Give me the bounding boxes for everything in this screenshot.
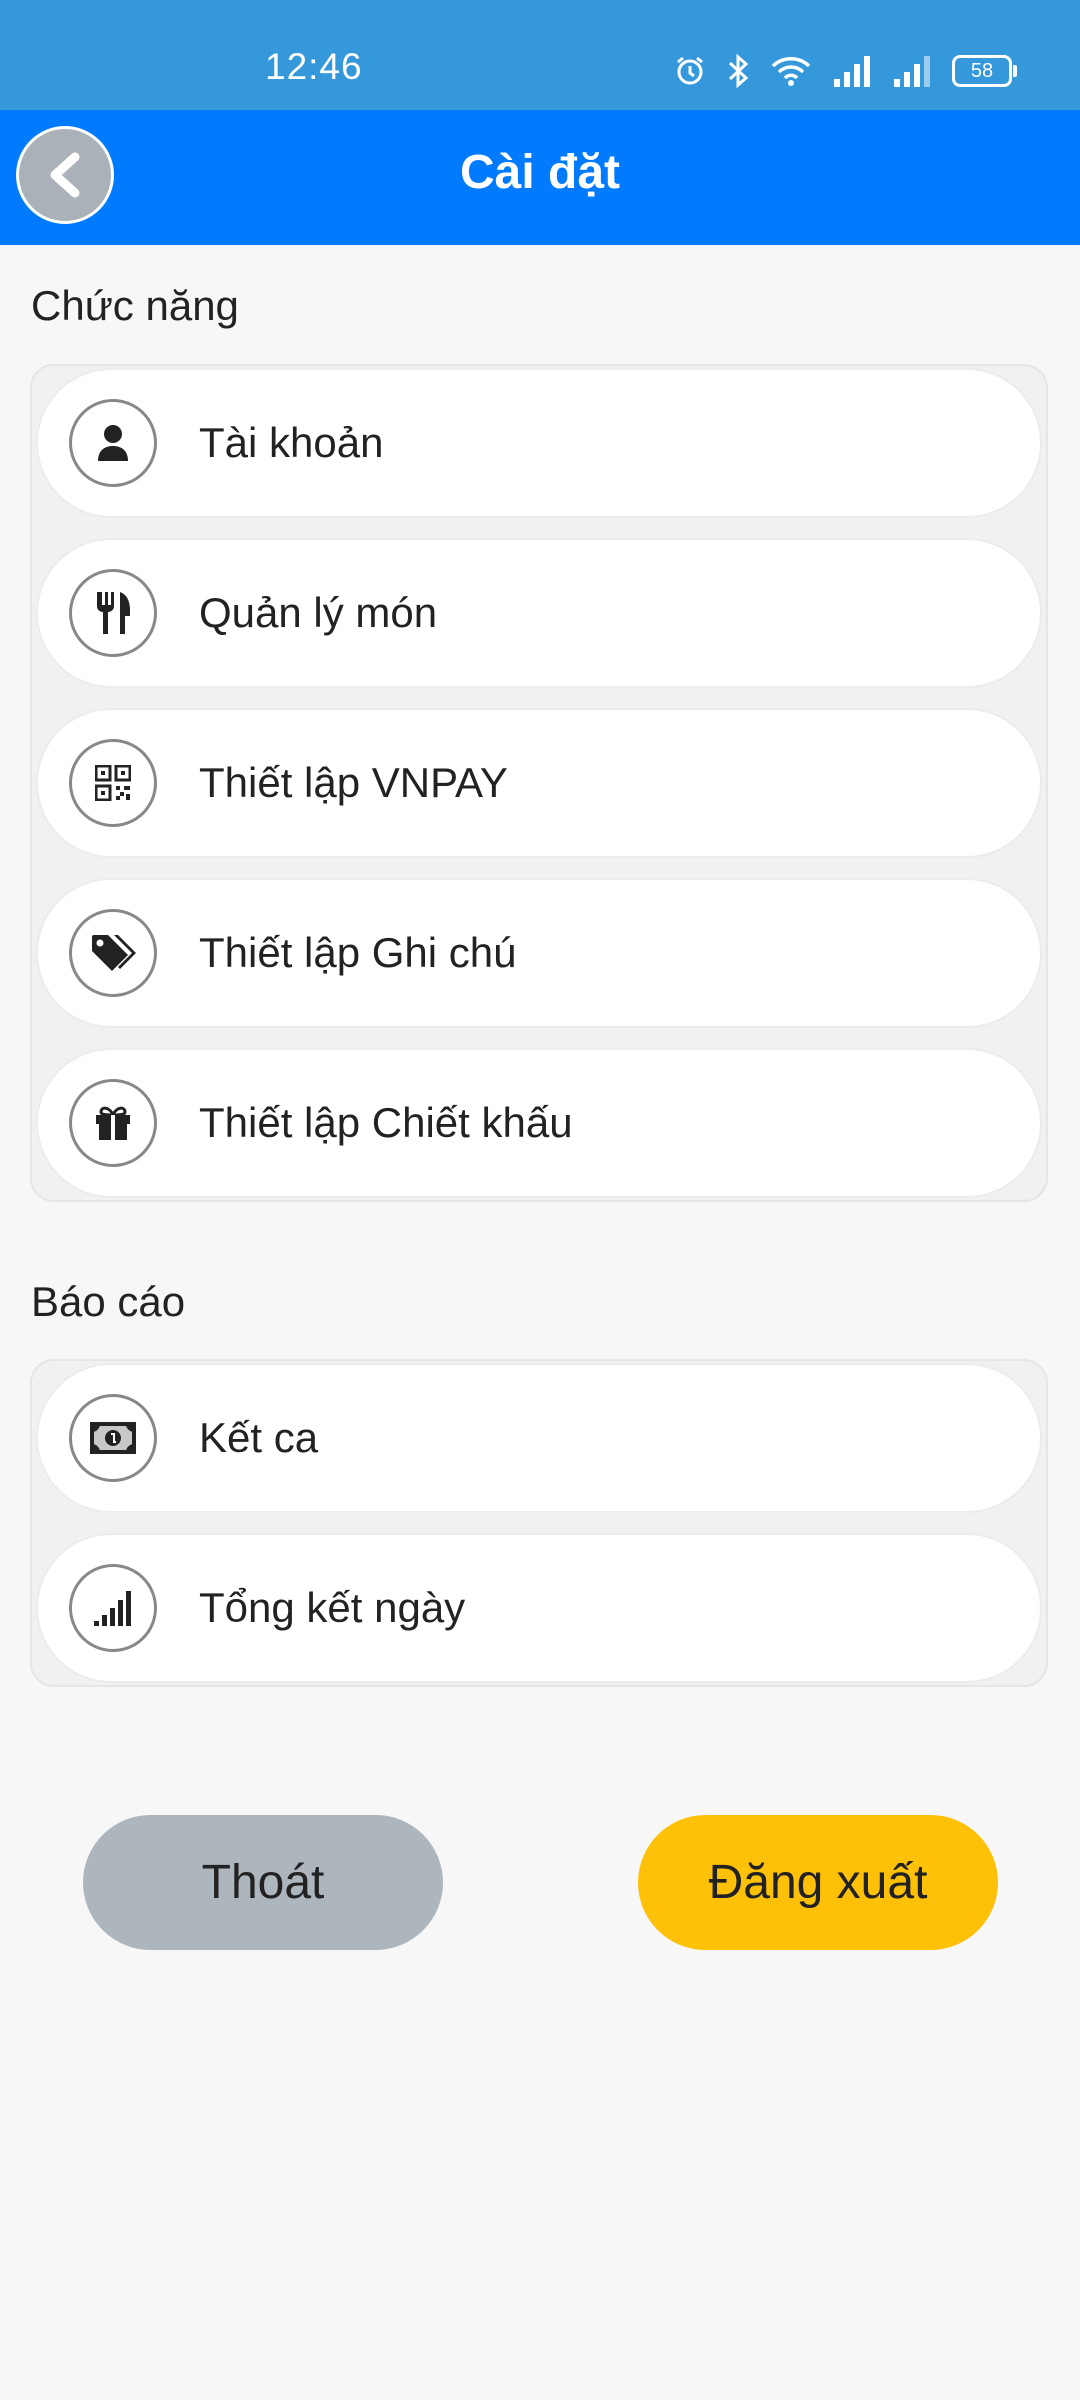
cell-signal-icon	[834, 56, 870, 87]
status-time: 12:46	[265, 46, 363, 87]
menu-item-label: Tổng kết ngày	[199, 1584, 466, 1631]
battery-level: 58	[970, 59, 994, 82]
bluetooth-icon	[728, 54, 749, 88]
user-icon	[69, 399, 157, 487]
section-title-functions: Chức năng	[31, 282, 239, 329]
logout-button[interactable]: Đăng xuất	[638, 1815, 998, 1950]
tags-icon	[69, 909, 157, 997]
menu-item-label: Thiết lập Chiết khấu	[199, 1099, 573, 1146]
gift-icon	[69, 1079, 157, 1167]
page-title: Cài đặt	[459, 146, 621, 199]
functions-group: Tài khoản Quản lý món Thiết lập VNPAY Th…	[30, 364, 1048, 1202]
section-title-reports: Báo cáo	[31, 1278, 186, 1325]
qrcode-icon	[69, 739, 157, 827]
menu-item-daily-summary[interactable]: Tổng kết ngày	[36, 1533, 1042, 1683]
status-icons: 58	[674, 54, 1017, 88]
menu-item-label: Tài khoản	[199, 419, 384, 466]
menu-item-vnpay-settings[interactable]: Thiết lập VNPAY	[36, 708, 1042, 858]
exit-button[interactable]: Thoát	[83, 1815, 443, 1950]
menu-item-label: Thiết lập VNPAY	[199, 759, 508, 806]
battery-icon: 58	[952, 55, 1017, 87]
menu-item-label: Thiết lập Ghi chú	[199, 929, 517, 976]
reports-group: Kết ca Tổng kết ngày	[30, 1359, 1048, 1687]
money-bill-icon	[69, 1394, 157, 1482]
menu-item-shift-closing[interactable]: Kết ca	[36, 1363, 1042, 1513]
app-bar: Cài đặt	[0, 110, 1080, 245]
cell-signal-2-icon	[894, 56, 930, 87]
menu-item-discount-settings[interactable]: Thiết lập Chiết khấu	[36, 1048, 1042, 1198]
alarm-icon	[677, 56, 703, 85]
menu-item-label: Kết ca	[199, 1414, 319, 1461]
menu-item-account[interactable]: Tài khoản	[36, 368, 1042, 518]
menu-item-menu-management[interactable]: Quản lý món	[36, 538, 1042, 688]
status-bar: 12:46 58	[0, 0, 1080, 110]
signal-bars-icon	[69, 1564, 157, 1652]
wifi-icon	[771, 57, 811, 86]
utensils-icon	[69, 569, 157, 657]
menu-item-note-settings[interactable]: Thiết lập Ghi chú	[36, 878, 1042, 1028]
menu-item-label: Quản lý món	[199, 589, 438, 636]
